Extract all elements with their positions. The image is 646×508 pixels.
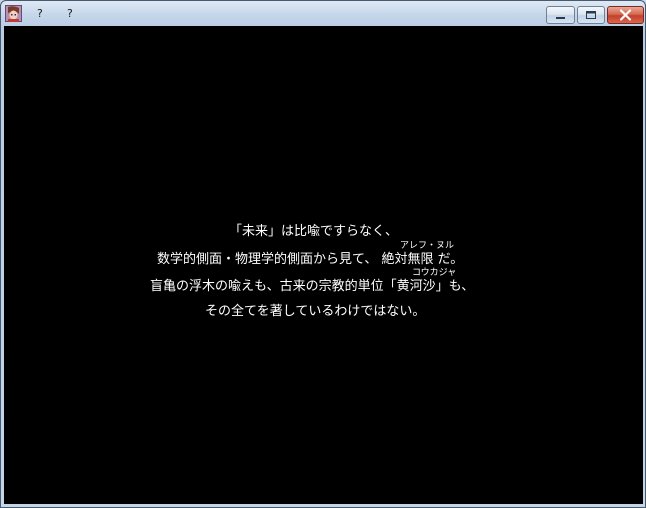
ruby-base-koukasha: 黄河沙	[396, 279, 436, 294]
minimize-icon	[556, 17, 565, 19]
dialogue-line-3: 盲亀の浮木の喩えも、古来の宗教的単位「黄河沙」も、	[150, 279, 474, 295]
dialogue-line-1: 「未来」は比喩ですらなく、	[229, 224, 399, 239]
menu-item-help-2[interactable]: ?	[67, 7, 73, 21]
maximize-button[interactable]	[577, 6, 605, 24]
game-window: ? ? 「未来」は比喩ですらなく、 数学的側面・物理学的側面から見て、 絶対無限…	[0, 0, 646, 508]
title-bar[interactable]: ? ?	[1, 1, 645, 27]
dialogue-line-3-tail: 」も、	[435, 279, 475, 294]
game-screen[interactable]: 「未来」は比喩ですらなく、 数学的側面・物理学的側面から見て、 絶対無限 だ。 …	[4, 26, 643, 504]
ruby-base-aleph-null: 絶対無限	[381, 252, 434, 267]
ruby-text-koukasha: コウカジャ	[412, 268, 457, 278]
maximize-icon	[586, 11, 596, 19]
close-icon	[619, 9, 632, 21]
close-button[interactable]	[607, 6, 644, 24]
character-portrait-icon[interactable]	[5, 5, 22, 22]
menu-item-help-1[interactable]: ?	[37, 7, 43, 21]
dialogue-line-2-tail: だ。	[433, 252, 464, 267]
minimize-button[interactable]	[546, 6, 575, 24]
dialogue-line-3-lead: 盲亀の浮木の喩えも、古来の宗教的単位「	[150, 279, 397, 294]
ruby-text-aleph-null: アレフ・ヌル	[400, 241, 455, 251]
dialogue-line-2: 数学的側面・物理学的側面から見て、 絶対無限 だ。	[157, 252, 463, 268]
dialogue-line-4: その全てを著しているわけではない。	[205, 304, 426, 319]
dialogue-line-2-lead: 数学的側面・物理学的側面から見て、	[157, 252, 382, 267]
